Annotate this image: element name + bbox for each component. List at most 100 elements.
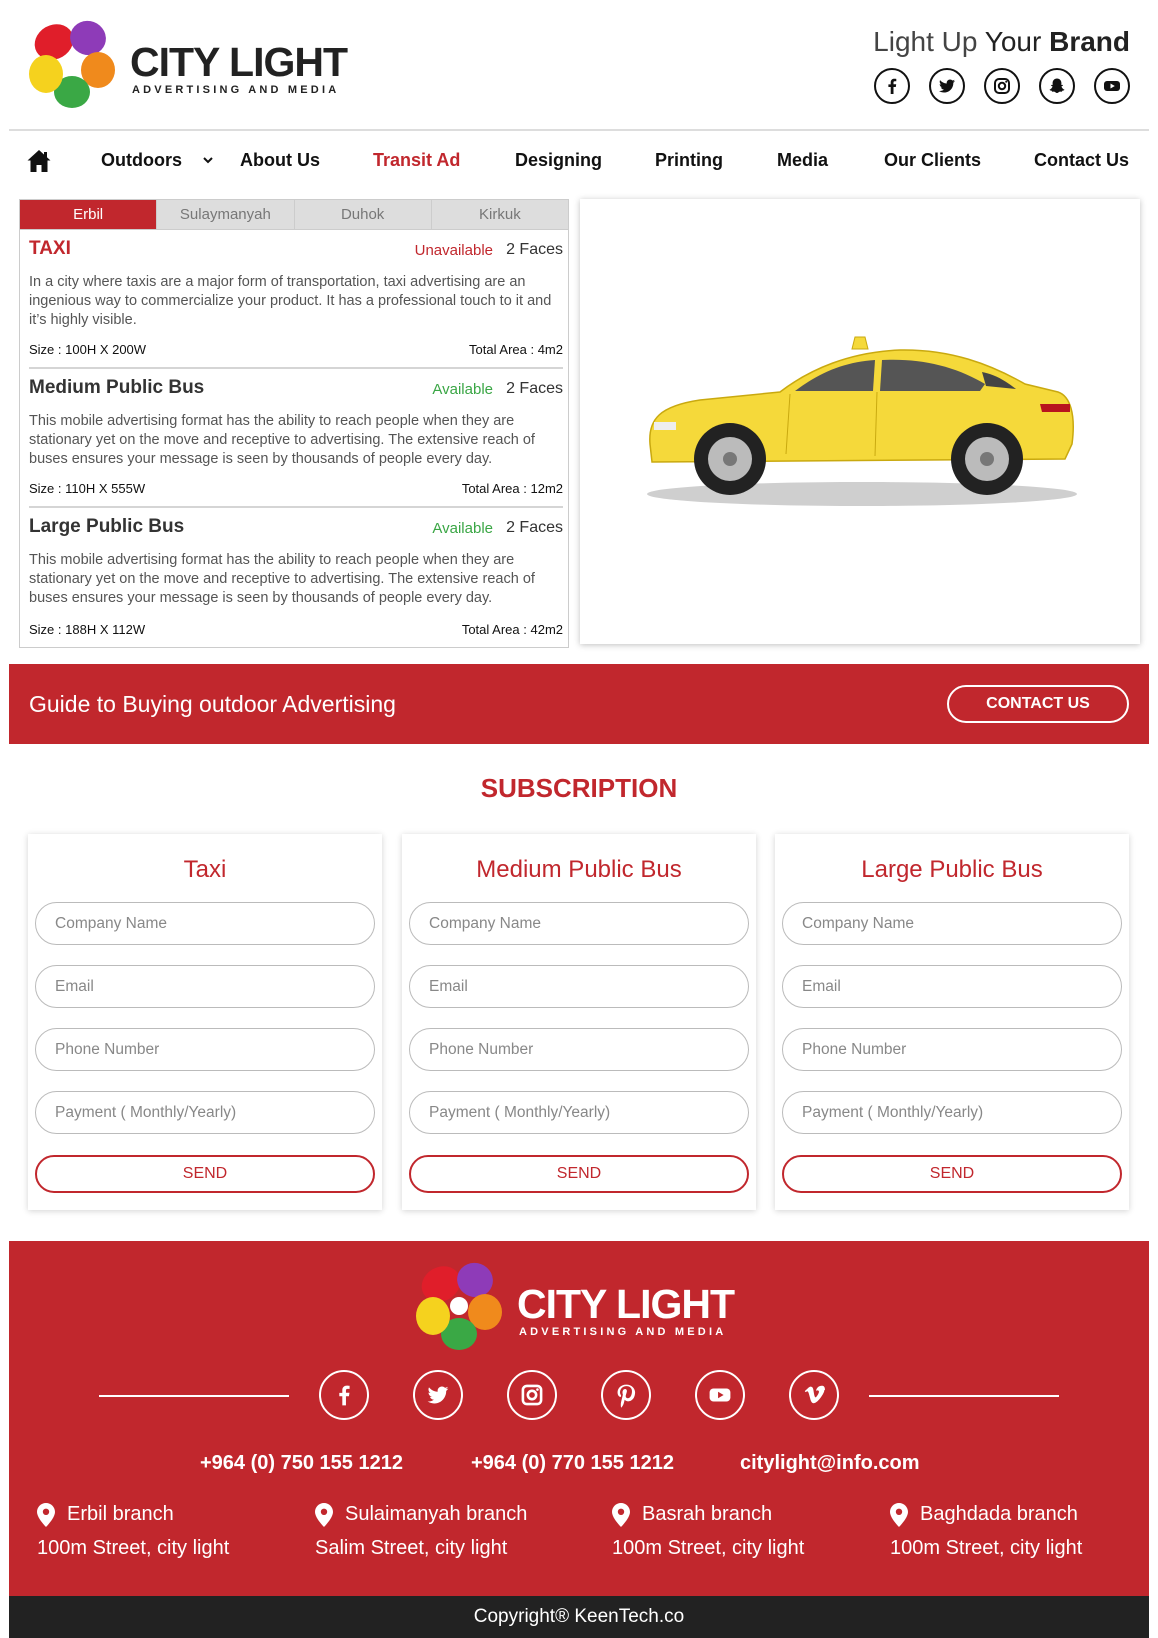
facebook-icon[interactable] xyxy=(319,1370,369,1420)
branch-address: 100m Street, city light xyxy=(612,1537,805,1559)
company-name-input[interactable] xyxy=(782,902,1122,945)
ad-item-taxi[interactable]: TAXI Unavailable 2 Faces In a city where… xyxy=(29,230,563,369)
tab-duhok[interactable]: Duhok xyxy=(294,200,432,229)
nav-contact-us[interactable]: Contact Us xyxy=(1034,150,1129,171)
home-icon[interactable] xyxy=(26,148,52,174)
footer-brand-name: CITY LIGHT xyxy=(517,1281,735,1327)
header: CITY LIGHT ADVERTISING AND MEDIA Light U… xyxy=(0,0,1158,131)
status-badge: Available xyxy=(432,520,493,537)
chevron-down-icon[interactable] xyxy=(202,154,214,166)
ad-item-large-bus[interactable]: Large Public Bus Available 2 Faces This … xyxy=(29,508,563,647)
page: CITY LIGHT ADVERTISING AND MEDIA Light U… xyxy=(0,0,1158,1638)
branch-address: 100m Street, city light xyxy=(37,1537,230,1559)
guide-banner: Guide to Buying outdoor Advertising CONT… xyxy=(9,664,1149,744)
nav-about-us[interactable]: About Us xyxy=(240,150,320,171)
footer-email[interactable]: citylight@info.com xyxy=(740,1452,920,1475)
tagline-bold: Brand xyxy=(1049,26,1130,57)
nav-media[interactable]: Media xyxy=(777,150,828,171)
footer-phone-2[interactable]: +964 (0) 770 155 1212 xyxy=(471,1452,674,1475)
subscription-title: SUBSCRIPTION xyxy=(480,773,678,803)
header-divider xyxy=(9,129,1149,131)
location-pin-icon xyxy=(612,1503,630,1527)
ad-total-area: Total Area : 42m2 xyxy=(461,622,563,637)
ad-size: Size : 100H X 200W xyxy=(29,342,147,357)
branch-name: Baghdada branch xyxy=(920,1503,1078,1525)
banner-text: Guide to Buying outdoor Advertising xyxy=(29,691,396,717)
brand-logo[interactable]: CITY LIGHT ADVERTISING AND MEDIA xyxy=(28,18,368,114)
company-name-input[interactable] xyxy=(409,902,749,945)
payment-input[interactable] xyxy=(35,1091,375,1134)
footer: CITY LIGHT ADVERTISING AND MEDIA +964 (0… xyxy=(9,1241,1149,1596)
branch-sulaimanyah: Sulaimanyah branch Salim Street, city li… xyxy=(315,1503,527,1560)
subscription-card-medium-bus: Medium Public Bus SEND xyxy=(402,834,756,1210)
subscription-card-large-bus: Large Public Bus SEND xyxy=(775,834,1129,1210)
instagram-icon[interactable] xyxy=(507,1370,557,1420)
nav-printing[interactable]: Printing xyxy=(655,150,723,171)
youtube-icon[interactable] xyxy=(1094,68,1130,104)
tagline-mid: Your xyxy=(984,26,1042,57)
taxi-image-box xyxy=(580,199,1140,644)
header-social-links xyxy=(874,68,1130,104)
ad-description: This mobile advertising format has the a… xyxy=(29,552,535,606)
snapchat-icon[interactable] xyxy=(1039,68,1075,104)
send-button[interactable]: SEND xyxy=(35,1155,375,1193)
email-input[interactable] xyxy=(782,965,1122,1008)
logo-flower-icon xyxy=(29,20,115,108)
nav-designing[interactable]: Designing xyxy=(515,150,602,171)
youtube-icon[interactable] xyxy=(695,1370,745,1420)
contact-us-button[interactable]: CONTACT US xyxy=(947,685,1129,723)
card-title: Taxi xyxy=(183,856,227,883)
payment-input[interactable] xyxy=(409,1091,749,1134)
twitter-icon[interactable] xyxy=(413,1370,463,1420)
city-tabs: Erbil Sulaymanyah Duhok Kirkuk xyxy=(20,200,568,230)
tab-erbil[interactable]: Erbil xyxy=(20,200,158,229)
instagram-icon[interactable] xyxy=(984,68,1020,104)
footer-logo[interactable]: CITY LIGHT ADVERTISING AND MEDIA xyxy=(415,1260,755,1356)
card-title: Medium Public Bus xyxy=(476,856,682,883)
ad-size: Size : 188H X 112W xyxy=(29,622,146,637)
nav-our-clients[interactable]: Our Clients xyxy=(884,150,981,171)
branch-name: Basrah branch xyxy=(642,1503,773,1525)
location-pin-icon xyxy=(37,1503,55,1527)
main-nav: Outdoors About Us Transit Ad Designing P… xyxy=(0,138,1158,184)
tab-kirkuk[interactable]: Kirkuk xyxy=(431,200,568,229)
twitter-icon[interactable] xyxy=(929,68,965,104)
nav-outdoors[interactable]: Outdoors xyxy=(101,150,182,171)
footer-brand-subtitle: ADVERTISING AND MEDIA xyxy=(519,1326,727,1338)
location-pin-icon xyxy=(890,1503,908,1527)
vimeo-icon[interactable] xyxy=(789,1370,839,1420)
footer-social-links xyxy=(319,1370,839,1420)
pinterest-icon[interactable] xyxy=(601,1370,651,1420)
ad-total-area: Total Area : 4m2 xyxy=(469,342,563,357)
ad-item-medium-bus[interactable]: Medium Public Bus Available 2 Faces This… xyxy=(29,369,563,508)
ad-description: In a city where taxis are a major form o… xyxy=(29,274,552,328)
phone-number-input[interactable] xyxy=(409,1028,749,1071)
tab-sulaymanyah[interactable]: Sulaymanyah xyxy=(157,200,295,229)
branch-name: Sulaimanyah branch xyxy=(345,1503,528,1525)
taxi-car-image xyxy=(647,336,1077,506)
phone-number-input[interactable] xyxy=(35,1028,375,1071)
ad-faces: 2 Faces xyxy=(506,519,563,536)
nav-transit-ad[interactable]: Transit Ad xyxy=(373,150,460,171)
payment-input[interactable] xyxy=(782,1091,1122,1134)
card-title: Large Public Bus xyxy=(861,856,1043,883)
facebook-icon[interactable] xyxy=(874,68,910,104)
company-name-input[interactable] xyxy=(35,902,375,945)
branch-address: Salim Street, city light xyxy=(315,1537,508,1559)
footer-divider-left xyxy=(99,1395,289,1397)
brand-tagline: Light Up Your Brand xyxy=(873,26,1130,58)
transit-ads-panel: Erbil Sulaymanyah Duhok Kirkuk TAXI Unav… xyxy=(19,199,569,648)
send-button[interactable]: SEND xyxy=(409,1155,749,1193)
phone-number-input[interactable] xyxy=(782,1028,1122,1071)
email-input[interactable] xyxy=(409,965,749,1008)
email-input[interactable] xyxy=(35,965,375,1008)
ad-size: Size : 110H X 555W xyxy=(29,481,146,496)
tagline-light: Light Up xyxy=(873,26,978,57)
branch-erbil: Erbil branch 100m Street, city light xyxy=(37,1503,229,1560)
footer-phone-1[interactable]: +964 (0) 750 155 1212 xyxy=(200,1452,403,1475)
ad-faces: 2 Faces xyxy=(506,241,563,258)
send-button[interactable]: SEND xyxy=(782,1155,1122,1193)
status-badge: Available xyxy=(432,381,493,398)
footer-divider-right xyxy=(869,1395,1059,1397)
copyright-bar: Copyright® KeenTech.co xyxy=(9,1596,1149,1638)
